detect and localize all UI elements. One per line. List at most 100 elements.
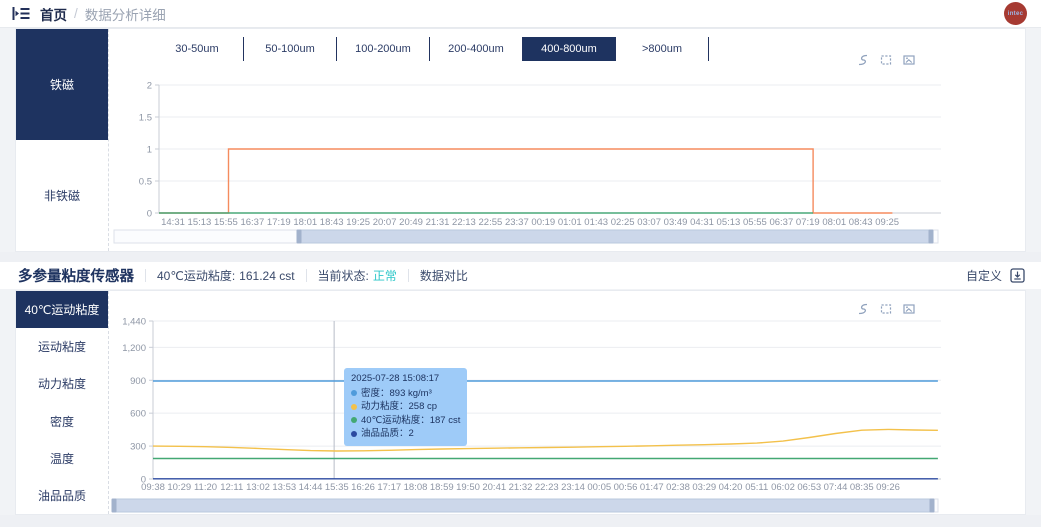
svg-text:22:23: 22:23 <box>535 482 559 493</box>
viscosity-chart: 03006009001,2001,44009:38 10:29 11:20 12:11… <box>111 317 941 513</box>
svg-text:03:07: 03:07 <box>637 217 661 228</box>
tooltip-row: 动力粘度：258 cp <box>351 400 460 414</box>
svg-text:09:26: 09:26 <box>876 482 900 493</box>
svg-text:10:29: 10:29 <box>167 482 191 493</box>
svg-text:900: 900 <box>130 376 146 387</box>
svg-text:09:25: 09:25 <box>875 217 899 228</box>
svg-text:13:53: 13:53 <box>272 482 296 493</box>
tooltip-row: 油品品质：2 <box>351 427 460 441</box>
svg-text:08:35: 08:35 <box>850 482 874 493</box>
svg-text:18:01: 18:01 <box>293 217 317 228</box>
svg-text:06:37: 06:37 <box>769 217 793 228</box>
svg-text:02:25: 02:25 <box>611 217 635 228</box>
svg-text:03:29: 03:29 <box>692 482 716 493</box>
svg-text:1: 1 <box>147 145 152 156</box>
viscosity-side-tab[interactable]: 密度 <box>16 402 108 440</box>
status-badge: 正常 <box>372 269 397 283</box>
viscosity-side-tabs: 40℃运动粘度 运动粘度 动力粘度 密度 温度 油品品质 <box>16 291 109 515</box>
svg-text:22:13: 22:13 <box>452 217 476 228</box>
svg-text:06:53: 06:53 <box>797 482 821 493</box>
svg-text:07:19: 07:19 <box>796 217 820 228</box>
series-dot <box>351 403 357 410</box>
particle-side-tab[interactable]: 铁磁 <box>16 29 108 140</box>
svg-text:18:08: 18:08 <box>404 482 428 493</box>
viscosity-side-tab[interactable]: 油品品质 <box>16 476 108 515</box>
svg-text:19:50: 19:50 <box>456 482 480 493</box>
datazoom-handle[interactable] <box>929 498 935 513</box>
svg-text:15:55: 15:55 <box>214 217 238 228</box>
tooltip-text: 动力粘度：258 cp <box>361 401 438 412</box>
avatar-logo-text: intec <box>1007 10 1024 17</box>
series-dot <box>351 430 357 437</box>
svg-text:07:44: 07:44 <box>824 482 848 493</box>
viscosity-side-tab[interactable]: 动力粘度 <box>16 365 108 403</box>
svg-text:01:47: 01:47 <box>640 482 664 493</box>
customize-button[interactable]: 自定义 <box>966 267 1002 284</box>
svg-text:08:43: 08:43 <box>849 217 873 228</box>
series-动力粘度 <box>152 428 938 452</box>
datazoom-selection[interactable] <box>298 229 932 244</box>
viscosity-side-tab[interactable]: 温度 <box>16 439 108 477</box>
viscosity-side-tab[interactable]: 40℃运动粘度 <box>16 291 108 329</box>
tooltip-text: 密度：893 kg/m³ <box>361 387 432 399</box>
menu-fold-icon <box>12 7 30 20</box>
datazoom-handle[interactable] <box>928 229 934 244</box>
user-avatar[interactable]: intec <box>1004 2 1027 25</box>
breadcrumb-home[interactable]: 首页 <box>40 4 67 24</box>
svg-text:09:38: 09:38 <box>141 482 165 493</box>
svg-text:23:14: 23:14 <box>561 482 585 493</box>
datazoom-handle[interactable] <box>111 498 117 513</box>
svg-text:2: 2 <box>147 81 152 92</box>
viscosity-side-tab[interactable]: 运动粘度 <box>16 328 108 366</box>
svg-text:1,440: 1,440 <box>122 317 146 328</box>
top-bar: 首页 / 数据分析详细 intec <box>0 0 1041 28</box>
chart-tooltip: 2025-07-28 15:08:17 密度：893 kg/m³ 动力粘度：25… <box>344 368 468 446</box>
svg-text:19:25: 19:25 <box>346 217 370 228</box>
svg-text:05:13: 05:13 <box>717 217 741 228</box>
tooltip-timestamp: 2025-07-28 15:08:17 <box>351 373 440 384</box>
tooltip-row: 密度：893 kg/m³ <box>351 387 460 401</box>
svg-text:04:31: 04:31 <box>690 217 714 228</box>
svg-text:17:17: 17:17 <box>377 482 401 493</box>
status-label: 当前状态: <box>317 269 369 283</box>
series-dot <box>351 417 357 424</box>
svg-text:20:41: 20:41 <box>482 482 506 493</box>
particle-panel: 铁磁 非铁磁 30-50um 50-100um 100-200um 200-400um 4… <box>15 28 1026 252</box>
bottom-band <box>0 515 1041 527</box>
svg-text:02:38: 02:38 <box>666 482 690 493</box>
sensor-header: 多参量粘度传感器 40℃运动粘度: 161.24 cst 当前状态: 正常 数据… <box>0 262 1041 289</box>
svg-text:03:49: 03:49 <box>664 217 688 228</box>
panel-divider <box>0 252 1041 262</box>
svg-text:00:05: 00:05 <box>587 482 611 493</box>
breadcrumb-current: 数据分析详细 <box>84 7 166 23</box>
viscosity-panel: 40℃运动粘度 运动粘度 动力粘度 密度 温度 油品品质 0 300 600 900 1,200 1… <box>15 290 1026 515</box>
svg-text:300: 300 <box>130 442 146 453</box>
svg-text:05:11: 05:11 <box>745 482 768 493</box>
sidebar-collapse-icon[interactable] <box>12 6 30 21</box>
svg-text:00:56: 00:56 <box>614 482 638 493</box>
svg-text:11:20: 11:20 <box>194 482 217 493</box>
svg-text:12:11: 12:11 <box>220 482 243 493</box>
header-right: 自定义 <box>966 262 1025 289</box>
particle-side-tab[interactable]: 非铁磁 <box>16 140 108 251</box>
export-download-icon[interactable] <box>1010 268 1025 283</box>
svg-text:23:37: 23:37 <box>505 217 529 228</box>
svg-text:20:49: 20:49 <box>399 217 423 228</box>
datazoom-handle[interactable] <box>296 229 302 244</box>
svg-text:1.5: 1.5 <box>139 113 152 124</box>
svg-text:15:35: 15:35 <box>325 482 349 493</box>
svg-text:0: 0 <box>147 209 152 220</box>
metric-label: 40℃运动粘度: <box>157 269 236 283</box>
page: 首页 / 数据分析详细 intec 铁磁 非铁磁 30-50um 50-100um 1… <box>0 0 1041 527</box>
tooltip-row: 40℃运动粘度：187 cst <box>351 414 460 428</box>
series-dot <box>351 390 357 397</box>
svg-text:06:02: 06:02 <box>771 482 795 493</box>
tooltip-text: 油品品质：2 <box>361 428 414 439</box>
svg-text:08:01: 08:01 <box>822 217 846 228</box>
svg-text:18:43: 18:43 <box>320 217 344 228</box>
breadcrumb-separator: / <box>74 6 78 21</box>
svg-text:0.5: 0.5 <box>139 177 152 188</box>
data-compare-link[interactable]: 数据对比 <box>420 267 468 284</box>
tooltip-text: 40℃运动粘度：187 cst <box>361 414 461 426</box>
datazoom-selection[interactable] <box>113 498 933 513</box>
